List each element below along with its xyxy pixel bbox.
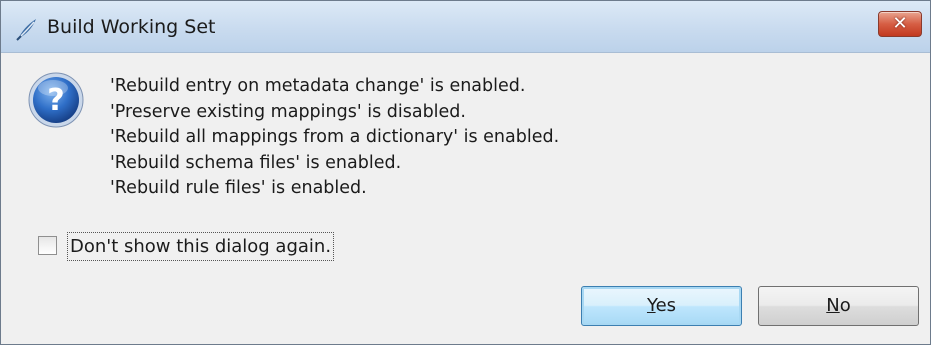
no-button-label: o [839, 295, 851, 316]
yes-button-mnemonic: Y [646, 295, 656, 316]
no-button-mnemonic: N [826, 295, 840, 316]
window-title: Build Working Set [47, 16, 216, 38]
message-line: 'Preserve existing mappings' is disabled… [110, 101, 466, 122]
message-text: 'Rebuild entry on metadata change' is en… [110, 74, 559, 202]
build-working-set-dialog: Build Working Set ✕ ? 'Rebuild entry on … [0, 0, 931, 345]
no-button[interactable]: No [758, 286, 919, 326]
close-button[interactable]: ✕ [878, 11, 922, 37]
question-icon: ? [27, 71, 85, 129]
message-line: 'Rebuild rule files' is enabled. [110, 178, 367, 198]
feather-pen-icon [15, 17, 39, 41]
yes-button[interactable]: Yes [581, 286, 742, 326]
close-icon: ✕ [892, 13, 908, 34]
yes-button-label: es [655, 295, 677, 316]
dont-show-again-checkbox[interactable] [38, 236, 57, 255]
dont-show-again-label[interactable]: Don't show this dialog again. [67, 232, 335, 261]
message-line: 'Rebuild schema files' is enabled. [110, 152, 402, 173]
svg-text:?: ? [47, 83, 64, 118]
message-line: 'Rebuild entry on metadata change' is en… [110, 76, 526, 96]
title-bar[interactable]: Build Working Set ✕ [1, 1, 930, 53]
message-line: 'Rebuild all mappings from a dictionary'… [110, 127, 560, 147]
